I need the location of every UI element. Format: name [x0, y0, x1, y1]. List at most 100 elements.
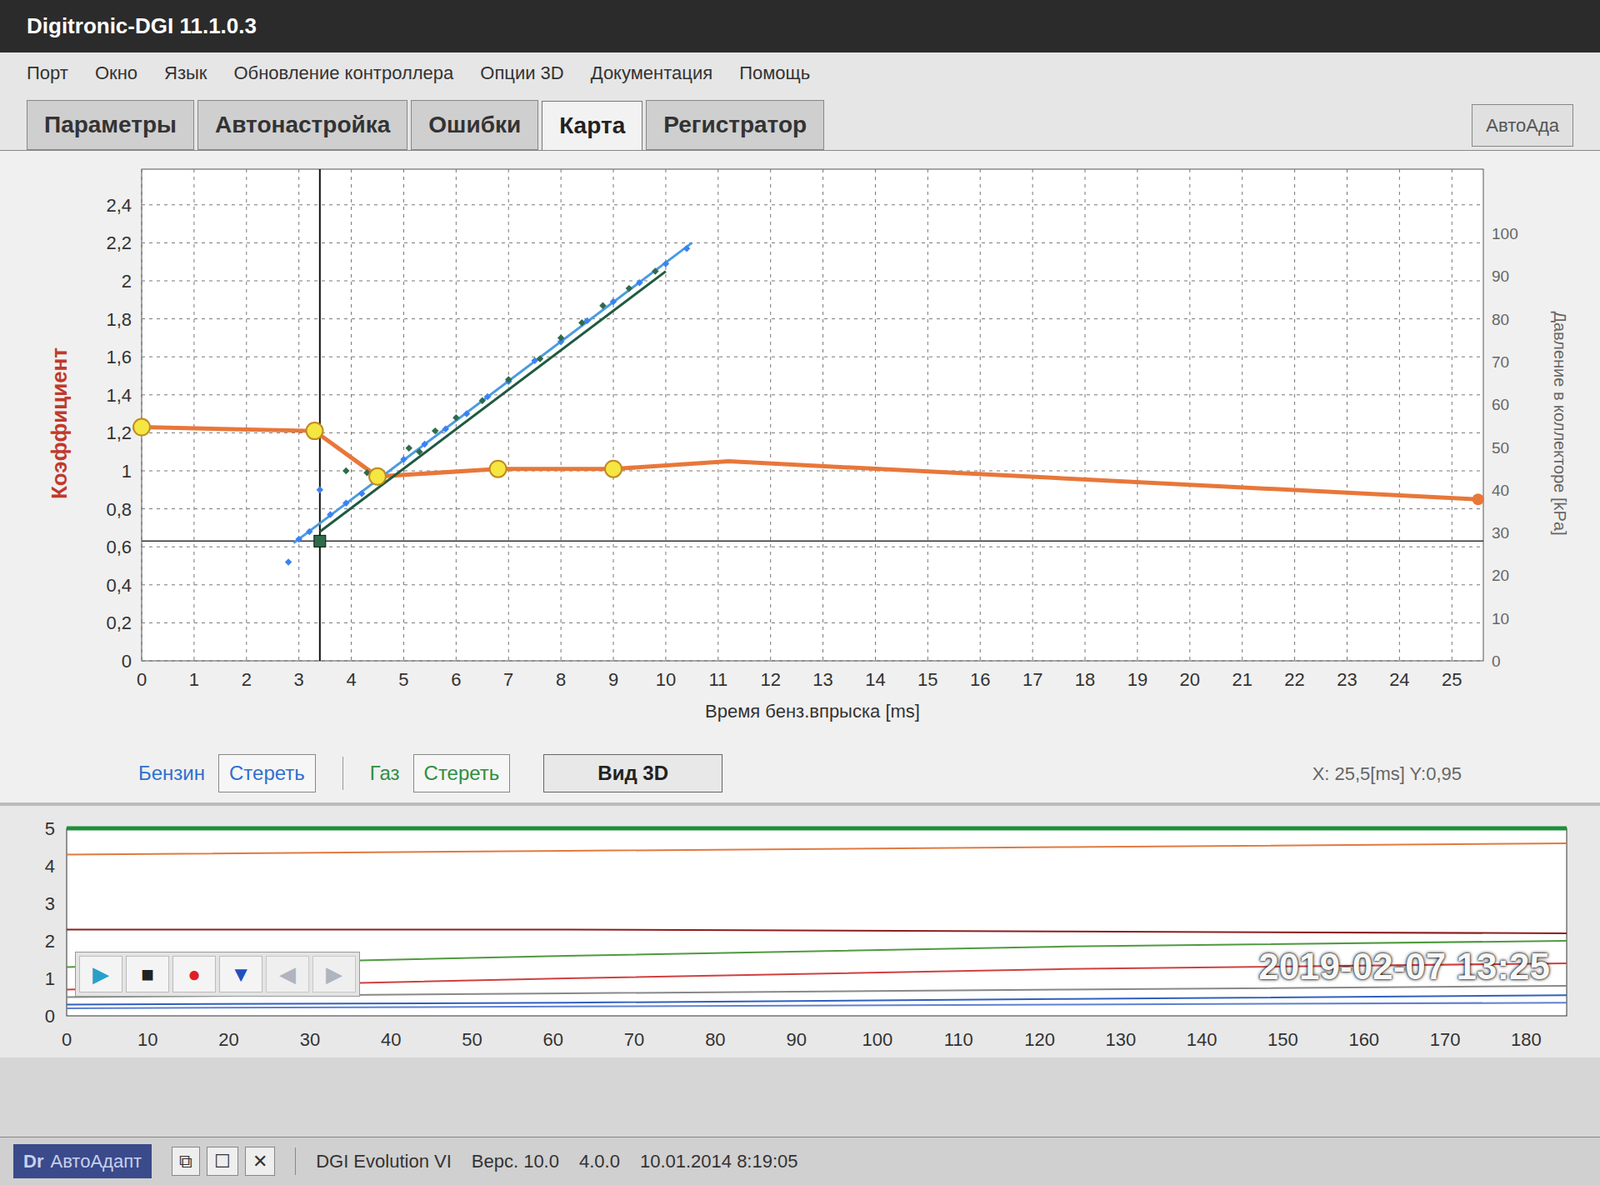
app-name: АвтоАдапт	[50, 1147, 142, 1175]
window-control[interactable]: ⧉	[171, 1146, 200, 1176]
x-tick: 9	[608, 669, 619, 690]
map-controls: БензинСтеретьГазСтеретьВид 3DX: 25,5[ms]…	[13, 744, 1587, 803]
coefficient-handle[interactable]	[490, 460, 507, 478]
y2-tick: 20	[1491, 566, 1510, 585]
x-tick: 12	[760, 669, 780, 690]
menu-item[interactable]: Порт	[26, 59, 69, 87]
y-tick: 1	[121, 460, 132, 482]
grid-line	[560, 169, 562, 661]
coefficient-handle[interactable]	[369, 468, 386, 485]
gas-point	[599, 301, 606, 309]
petrol-point	[358, 490, 365, 497]
menu-item[interactable]: Язык	[164, 59, 207, 87]
x-tick: 30	[300, 1029, 320, 1050]
title-bar: Digitronic-DGI 11.1.0.3	[0, 0, 1600, 53]
x-tick: 24	[1389, 669, 1410, 690]
petrol-point	[484, 393, 491, 400]
x-tick: 19	[1127, 669, 1148, 690]
menu-item[interactable]: Опции 3D	[480, 59, 564, 87]
recorder-line	[66, 826, 1567, 831]
app-logo: Dr	[23, 1147, 44, 1175]
grid-line	[1189, 169, 1190, 661]
petrol-point	[442, 425, 450, 433]
recorder-chart[interactable]: 0123450102030405060708090100110120130140…	[13, 815, 1587, 1058]
x-tick: 16	[970, 669, 990, 690]
grid-line	[141, 318, 1484, 320]
y2-tick: 0	[1491, 652, 1501, 670]
coefficient-end-handle[interactable]	[1472, 493, 1485, 505]
y-tick: 2,2	[105, 232, 132, 254]
y-tick: 1	[45, 968, 55, 990]
y-tick: 1,8	[105, 309, 132, 330]
view-3d-button[interactable]: Вид 3D	[543, 754, 723, 793]
menu-item[interactable]: Документация	[590, 59, 713, 87]
tab[interactable]: Автонастройка	[197, 100, 408, 150]
x-tick: 18	[1075, 669, 1095, 690]
tab[interactable]: Ошибки	[410, 100, 539, 150]
y2-tick: 80	[1491, 310, 1510, 329]
grid-line	[1032, 169, 1034, 661]
recorder-button[interactable]: ●	[172, 955, 216, 993]
recorder-button[interactable]: ▼	[219, 955, 263, 993]
grid-line	[1346, 169, 1348, 661]
grid-line	[403, 169, 405, 661]
gas-clear-button[interactable]: Стереть	[413, 754, 511, 793]
status-item: 10.01.2014 8:19:05	[640, 1147, 799, 1175]
grid-line	[927, 169, 929, 661]
grid-line	[980, 169, 981, 661]
petrol-clear-button[interactable]: Стереть	[218, 754, 316, 793]
x-tick: 0	[136, 669, 147, 690]
auto-adapt-button[interactable]: АвтоАда	[1471, 104, 1574, 147]
petrol-point	[635, 279, 643, 286]
x-tick: 21	[1231, 669, 1252, 690]
recorder-toolbar: ▶■●▼◀▶	[75, 951, 360, 997]
grid-line	[1085, 169, 1086, 661]
petrol-point	[400, 455, 407, 463]
recorder-button[interactable]: ◀	[265, 955, 310, 993]
tab[interactable]: Регистратор	[645, 100, 825, 150]
tab[interactable]: Карта	[541, 100, 643, 150]
x-tick: 8	[555, 669, 566, 690]
x-tick: 130	[1105, 1029, 1137, 1050]
grid-line	[822, 169, 824, 661]
separator	[342, 756, 344, 790]
recorder-plot	[66, 828, 1567, 1016]
y2-axis-label: Давление в коллекторе [kPa]	[1550, 310, 1570, 535]
recorder-button[interactable]: ■	[125, 955, 170, 993]
x-axis-label: Время бенз.впрыска [ms]	[705, 700, 920, 722]
y-tick: 0,8	[105, 499, 132, 520]
coefficient-line	[141, 427, 1479, 500]
x-tick: 10	[137, 1029, 158, 1050]
grid-line	[141, 622, 1484, 624]
window-control[interactable]: ☐	[206, 1146, 239, 1176]
y-tick: 1,4	[105, 385, 132, 406]
gas-point	[536, 355, 544, 362]
recorder-button[interactable]: ▶	[312, 955, 356, 993]
x-tick: 50	[461, 1029, 482, 1050]
y-axis-label: Коэффициент	[46, 347, 72, 500]
x-tick: 150	[1267, 1029, 1299, 1050]
menu-item[interactable]: Окно	[95, 59, 138, 87]
menu-item[interactable]: Помощь	[739, 59, 810, 87]
gas-point	[479, 396, 486, 404]
petrol-point	[662, 260, 670, 267]
coefficient-handle[interactable]	[306, 422, 324, 440]
tab[interactable]: Параметры	[26, 100, 195, 150]
x-tick: 22	[1284, 669, 1305, 690]
map-chart[interactable]: 0123456789101112131415161718192021222324…	[13, 160, 1587, 745]
y-tick: 3	[45, 893, 55, 915]
window-control[interactable]: ✕	[245, 1146, 275, 1176]
taskbar-app[interactable]: DrАвтоАдапт	[13, 1144, 152, 1179]
x-tick: 4	[345, 669, 356, 690]
y-tick: 0	[121, 650, 132, 672]
gas-point	[578, 319, 585, 326]
coefficient-handle[interactable]	[133, 419, 150, 436]
x-tick: 14	[865, 669, 885, 690]
menu-item[interactable]: Обновление контроллера	[233, 59, 454, 87]
recorder-button[interactable]: ▶	[79, 955, 123, 993]
cursor-marker[interactable]	[314, 535, 326, 547]
y-tick: 5	[45, 818, 55, 840]
x-tick: 6	[450, 669, 461, 690]
x-tick: 100	[862, 1029, 894, 1050]
coefficient-handle[interactable]	[605, 460, 622, 478]
